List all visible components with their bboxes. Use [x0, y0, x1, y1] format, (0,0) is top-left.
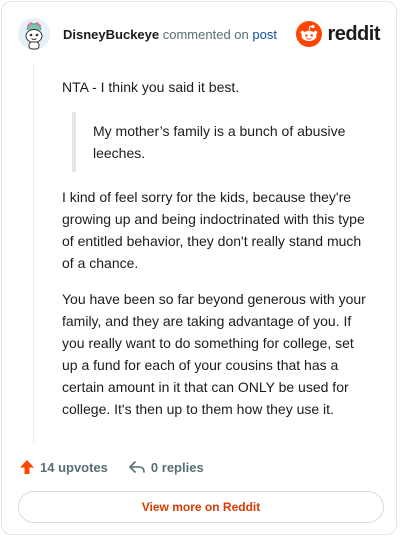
upvote-count: 14 upvotes: [40, 459, 108, 475]
comment-paragraph: You have been so far beyond generous wit…: [62, 291, 366, 417]
post-link[interactable]: post: [252, 27, 277, 42]
reddit-logo[interactable]: reddit: [296, 20, 380, 48]
reddit-wordmark: reddit: [327, 22, 380, 45]
reply-arrow-icon: [129, 461, 145, 473]
comment-actions: 14 upvotes 0 replies: [19, 457, 204, 477]
comment-card: DisneyBuckeye commented on post reddit N…: [1, 1, 397, 535]
comment-intro: NTA - I think you said it best.: [62, 79, 240, 95]
comment-body: NTA - I think you said it best. My mothe…: [62, 76, 372, 434]
commented-on-text: commented on: [162, 27, 249, 42]
view-more-button[interactable]: View more on Reddit: [18, 491, 384, 523]
username-link[interactable]: DisneyBuckeye: [63, 27, 159, 42]
reply-count: 0 replies: [150, 459, 204, 475]
quote-text: My mother’s family is a bunch of abusive…: [93, 123, 346, 161]
upvote-arrow-icon: [20, 460, 34, 474]
reddit-snoo-icon: [296, 21, 323, 47]
comment-header: DisneyBuckeye commented on post reddit: [18, 18, 380, 54]
upvote-button[interactable]: 14 upvotes: [19, 459, 108, 475]
comment-paragraph: I kind of feel sorry for the kids, becau…: [62, 189, 365, 271]
reply-button[interactable]: 0 replies: [128, 459, 204, 475]
block-quote: My mother’s family is a bunch of abusive…: [72, 112, 372, 172]
comment-meta: DisneyBuckeye commented on post: [63, 27, 277, 42]
thread-line: [33, 64, 34, 444]
user-avatar[interactable]: [18, 18, 50, 50]
avatar-snoo-icon: [18, 18, 50, 50]
